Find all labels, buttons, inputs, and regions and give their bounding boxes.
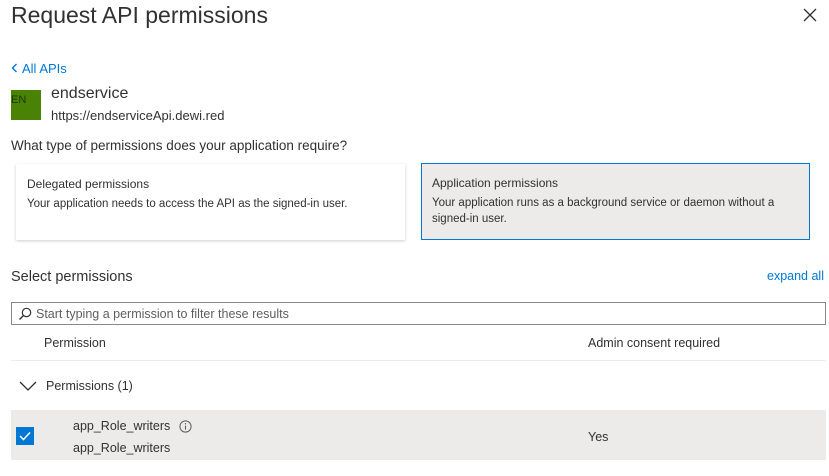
- permission-search-input[interactable]: [36, 303, 825, 324]
- permission-group-label: Permissions (1): [46, 379, 133, 393]
- api-avatar: EN: [11, 90, 41, 120]
- admin-consent-value: Yes: [588, 430, 609, 444]
- permission-group-toggle[interactable]: Permissions (1): [11, 375, 133, 397]
- permission-description: app_Role_writers: [73, 441, 171, 455]
- column-header-permission: Permission: [44, 336, 106, 350]
- header-divider: [11, 360, 826, 361]
- application-permissions-title: Application permissions: [432, 176, 559, 190]
- chevron-down-icon: [19, 381, 37, 391]
- close-button[interactable]: [799, 4, 821, 26]
- api-name: endservice: [51, 85, 129, 102]
- select-permissions-heading: Select permissions: [11, 269, 133, 285]
- delegated-permissions-card[interactable]: Delegated permissions Your application n…: [16, 164, 405, 240]
- info-icon[interactable]: [179, 419, 192, 433]
- application-permissions-description: Your application runs as a background se…: [432, 197, 775, 225]
- delegated-permissions-description: Your application needs to access the API…: [27, 198, 348, 210]
- search-icon: [19, 307, 32, 320]
- api-url: https://endserviceApi.dewi.red: [51, 108, 225, 123]
- application-permissions-card[interactable]: Application permissions Your application…: [421, 163, 810, 240]
- permission-name-text: app_Role_writers: [73, 419, 171, 433]
- column-header-admin-consent: Admin consent required: [588, 336, 721, 350]
- close-icon: [803, 8, 817, 22]
- expand-all-link[interactable]: expand all: [767, 268, 824, 284]
- api-avatar-initials: EN: [11, 94, 27, 106]
- all-apis-link[interactable]: All APIs: [11, 61, 67, 77]
- delegated-permissions-title: Delegated permissions: [27, 177, 150, 191]
- permission-type-question: What type of permissions does your appli…: [11, 138, 348, 153]
- chevron-left-icon: [11, 63, 17, 73]
- permission-search-box[interactable]: [11, 302, 826, 325]
- permission-checkbox[interactable]: [16, 427, 34, 445]
- panel-title: Request API permissions: [11, 2, 268, 28]
- permission-name: app_Role_writers: [73, 418, 192, 434]
- checkmark-icon: [19, 431, 31, 441]
- all-apis-label: All APIs: [22, 61, 67, 76]
